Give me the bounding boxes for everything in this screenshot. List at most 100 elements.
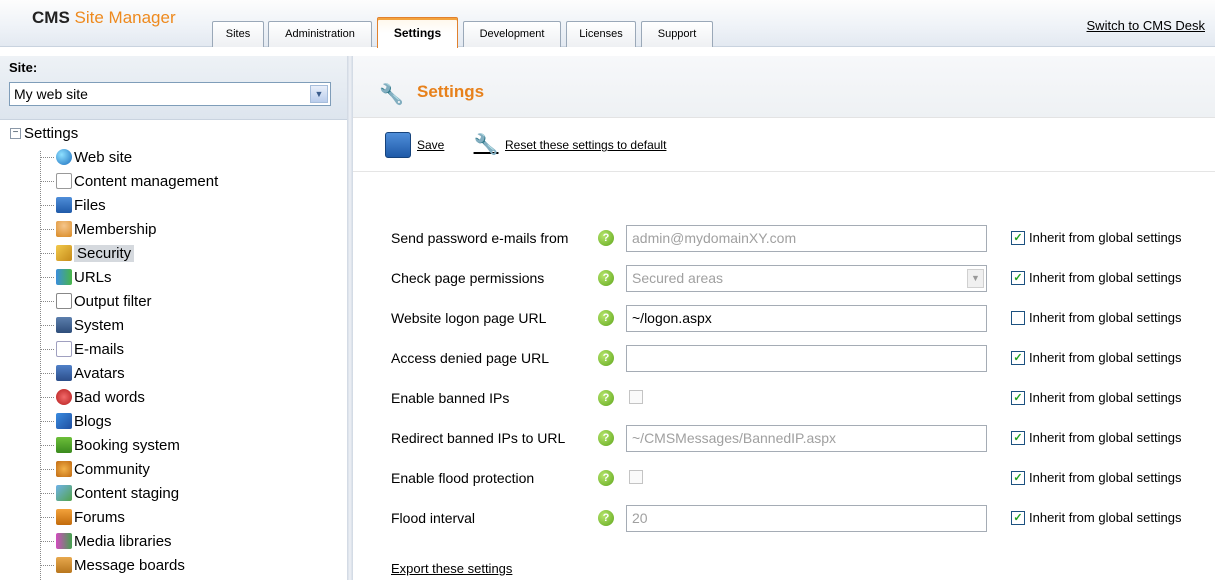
- checkbox-icon[interactable]: ✓: [1011, 350, 1025, 365]
- help-icon[interactable]: ?: [598, 510, 614, 526]
- tab-sites[interactable]: Sites: [212, 21, 264, 47]
- inherit-checkbox[interactable]: ✓ Inherit from global settings: [1011, 230, 1181, 245]
- tab-support[interactable]: Support: [641, 21, 713, 47]
- check-page-permissions-select[interactable]: Secured areas ▼: [626, 265, 987, 292]
- chevron-down-icon[interactable]: ▼: [310, 85, 328, 103]
- tree-item-label: Bad words: [74, 388, 145, 406]
- tree-item-label: Message boards: [74, 556, 185, 574]
- send-password-e-mails-from-input[interactable]: admin@mydomainXY.com: [626, 225, 987, 252]
- help-icon[interactable]: ?: [598, 270, 614, 286]
- tree-item-urls[interactable]: URLs: [40, 266, 112, 288]
- checkbox-icon[interactable]: ✓: [1011, 430, 1025, 445]
- tree-item-label: System: [74, 316, 125, 334]
- inherit-checkbox[interactable]: ✓ Inherit from global settings: [1011, 430, 1181, 445]
- setting-row: Send password e-mails from? admin@mydomai…: [391, 225, 1211, 253]
- help-icon[interactable]: ?: [598, 230, 614, 246]
- tree-item-system[interactable]: System: [40, 314, 124, 336]
- tree-item-label: Media libraries: [74, 532, 172, 550]
- tab-licenses[interactable]: Licenses: [566, 21, 636, 47]
- collapse-icon[interactable]: −: [10, 128, 21, 139]
- inherit-label: Inherit from global settings: [1029, 390, 1182, 405]
- tree-item-label: Content staging: [74, 484, 180, 502]
- checkbox-icon[interactable]: ✓: [1011, 230, 1025, 245]
- floppy-icon: [56, 197, 72, 213]
- monitor-icon: [56, 317, 72, 333]
- reset-label: Reset these settings to default: [505, 138, 667, 152]
- tab-development[interactable]: Development: [463, 21, 561, 47]
- enable-flood-protection-checkbox[interactable]: [629, 470, 643, 484]
- checkbox-icon[interactable]: ✓: [1011, 470, 1025, 485]
- inherit-checkbox[interactable]: ✓ Inherit from global settings: [1011, 510, 1181, 525]
- tree-item-membership[interactable]: Membership: [40, 218, 157, 240]
- checkbox-icon[interactable]: ✓: [1011, 510, 1025, 525]
- tree-item-output-filter[interactable]: Output filter: [40, 290, 152, 312]
- tree-root[interactable]: − Settings: [10, 125, 78, 142]
- tree-item-label: Blogs: [74, 412, 112, 430]
- tree-item-web-site[interactable]: Web site: [40, 146, 132, 168]
- tree-item-label: Files: [74, 196, 106, 214]
- save-button[interactable]: Save: [385, 132, 444, 158]
- tree-item-label: Avatars: [74, 364, 125, 382]
- settings-tree: − Settings Web site Content management Fil…: [0, 121, 347, 580]
- flood-interval-input[interactable]: 20: [626, 505, 987, 532]
- tree-item-bad-words[interactable]: Bad words: [40, 386, 145, 408]
- export-settings-link[interactable]: Export these settings: [391, 561, 512, 576]
- chevron-down-icon[interactable]: ▼: [967, 269, 984, 288]
- setting-label: Check page permissions: [391, 270, 545, 286]
- setting-row: Enable banned IPs? ✓ Inherit from global s…: [391, 385, 1211, 413]
- help-icon[interactable]: ?: [598, 470, 614, 486]
- tree-item-security[interactable]: Security: [40, 242, 135, 264]
- tree-item-media-libraries[interactable]: Media libraries: [40, 530, 172, 552]
- tab-settings[interactable]: Settings: [377, 17, 458, 48]
- inherit-checkbox[interactable]: ✓ Inherit from global settings: [1011, 270, 1181, 285]
- help-icon[interactable]: ?: [598, 350, 614, 366]
- enable-banned-ips-checkbox[interactable]: [629, 390, 643, 404]
- reset-defaults-button[interactable]: 🔧 Reset these settings to default: [473, 132, 667, 158]
- tree-item-e-mails[interactable]: E-mails: [40, 338, 124, 360]
- tree-connector: [40, 276, 54, 278]
- site-label: Site:: [9, 60, 38, 75]
- checkbox-icon[interactable]: [1011, 310, 1025, 325]
- tree-item-content-staging[interactable]: Content staging: [40, 482, 179, 504]
- select-value: Secured areas: [632, 270, 724, 286]
- tree-item-blogs[interactable]: Blogs: [40, 410, 112, 432]
- checkbox-icon[interactable]: ✓: [1011, 270, 1025, 285]
- inherit-checkbox[interactable]: Inherit from global settings: [1011, 310, 1181, 325]
- funnel-icon: [56, 293, 72, 309]
- switch-to-cms-desk-link[interactable]: Switch to CMS Desk: [1087, 18, 1205, 33]
- staging-icon: [56, 485, 72, 501]
- keys-icon: [56, 245, 72, 261]
- tree-item-message-boards[interactable]: Message boards: [40, 554, 185, 576]
- tree-root-label: Settings: [24, 125, 79, 142]
- tree-item-community[interactable]: Community: [40, 458, 150, 480]
- tree-item-label: Community: [74, 460, 150, 478]
- site-select[interactable]: My web site ▼: [9, 82, 331, 106]
- website-logon-page-url-input[interactable]: ~/logon.aspx: [626, 305, 987, 332]
- help-icon[interactable]: ?: [598, 310, 614, 326]
- inherit-label: Inherit from global settings: [1029, 270, 1182, 285]
- access-denied-page-url-input[interactable]: [626, 345, 987, 372]
- redirect-banned-ips-to-url-input[interactable]: ~/CMSMessages/BannedIP.aspx: [626, 425, 987, 452]
- checkbox-icon[interactable]: ✓: [1011, 390, 1025, 405]
- help-icon[interactable]: ?: [598, 390, 614, 406]
- tree-item-avatars[interactable]: Avatars: [40, 362, 125, 384]
- tree-connector: [40, 180, 54, 182]
- help-icon[interactable]: ?: [598, 430, 614, 446]
- tree-connector: [40, 396, 54, 398]
- inherit-checkbox[interactable]: ✓ Inherit from global settings: [1011, 350, 1181, 365]
- inherit-label: Inherit from global settings: [1029, 470, 1182, 485]
- edit-page-icon: [56, 173, 72, 189]
- inherit-checkbox[interactable]: ✓ Inherit from global settings: [1011, 390, 1181, 405]
- tree-item-files[interactable]: Files: [40, 194, 106, 216]
- tree-item-forums[interactable]: Forums: [40, 506, 125, 528]
- tree-item-content-management[interactable]: Content management: [40, 170, 218, 192]
- logo-accent: Site Manager: [74, 8, 176, 27]
- inherit-label: Inherit from global settings: [1029, 310, 1182, 325]
- inherit-checkbox[interactable]: ✓ Inherit from global settings: [1011, 470, 1181, 485]
- setting-label: Enable flood protection: [391, 470, 535, 486]
- inherit-label: Inherit from global settings: [1029, 230, 1182, 245]
- tab-administration[interactable]: Administration: [268, 21, 372, 47]
- tree-item-label: Membership: [74, 220, 157, 238]
- tree-item-booking-system[interactable]: Booking system: [40, 434, 180, 456]
- setting-row: Enable flood protection? ✓ Inherit from gl…: [391, 465, 1211, 493]
